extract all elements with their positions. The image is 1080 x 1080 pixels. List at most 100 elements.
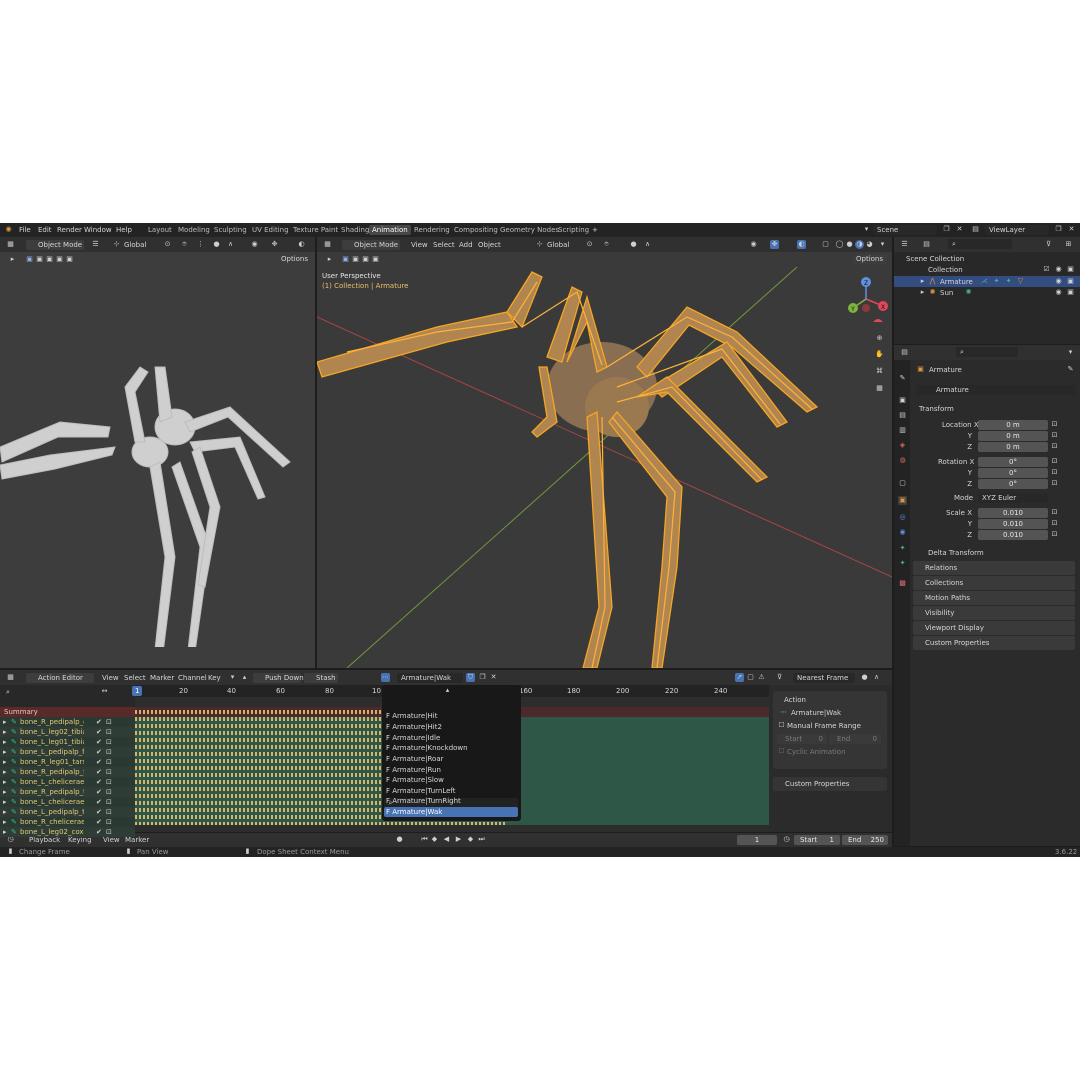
pin-icon[interactable]: ✎ — [1066, 365, 1075, 374]
main-viewport[interactable]: ▦ Object Mode View Select Add Object ⊹ G… — [317, 237, 892, 668]
dropdown-item-wak[interactable]: F Armature|Wak — [384, 807, 518, 817]
lock-loc-y-icon[interactable]: ⊡ — [1050, 431, 1059, 440]
left-transform-label[interactable]: Global — [124, 240, 146, 250]
channel-expand-icon[interactable]: ▸ — [3, 767, 7, 777]
outliner-editor-icon[interactable]: ☰ — [900, 240, 909, 249]
channel-mute-checkbox[interactable]: ✔ — [96, 827, 102, 837]
channel-row[interactable]: ▸ ✎bone_R_leg01_tarsus_01 ✔ ⊡ — [0, 757, 135, 767]
tab-scripting[interactable]: Scripting — [558, 225, 589, 235]
channel-mute-checkbox[interactable]: ✔ — [96, 777, 102, 787]
falloff-edit-icon[interactable]: ∧ — [872, 673, 881, 682]
select-invert-icon[interactable]: ▣ — [55, 255, 64, 264]
channel-expand-icon[interactable]: ▸ — [3, 807, 7, 817]
object-tab-icon[interactable]: ▣ — [898, 496, 907, 505]
dropdown-item-hit2[interactable]: F Armature|Hit2 — [384, 722, 518, 732]
channel-expand-icon[interactable]: ▸ — [3, 827, 7, 837]
channel-mute-checkbox[interactable]: ✔ — [96, 797, 102, 807]
channel-lock-icon[interactable]: ⊡ — [106, 787, 112, 797]
channel-name[interactable]: bone_R_leg01_tarsus_01 — [20, 757, 84, 767]
manual-range-checkbox[interactable]: ☐ — [777, 721, 786, 730]
start-frame-field[interactable]: Start 1 — [794, 835, 840, 845]
properties-options-icon[interactable]: ▾ — [1066, 348, 1075, 357]
falloff-icon[interactable]: ∧ — [226, 240, 235, 249]
record-icon[interactable]: ● — [395, 835, 404, 844]
blender-logo-icon[interactable]: ◉ — [4, 225, 13, 234]
ae-menu-select[interactable]: Select — [124, 673, 146, 683]
action-custom-props-label[interactable]: Custom Properties — [785, 779, 849, 789]
channel-lock-icon[interactable]: ⊡ — [106, 737, 112, 747]
channel-row[interactable]: ▸ ✎bone_R_pedipalp_tibia ✔ ⊡ — [0, 787, 135, 797]
channel-expand-icon[interactable]: ▸ — [3, 747, 7, 757]
view-layer-icon[interactable]: ▤ — [971, 225, 980, 234]
ae-filter-icon[interactable]: ⊽ — [775, 673, 784, 682]
play-icon[interactable]: ▸ — [8, 255, 17, 264]
channel-row[interactable]: ▸ ✎bone_L_pedipalp_tibia ✔ ⊡ — [0, 807, 135, 817]
location-z-field[interactable]: 0 m — [978, 442, 1048, 452]
summary-row[interactable]: Summary — [0, 707, 135, 717]
tab-sculpting[interactable]: Sculpting — [214, 225, 247, 235]
channel-lock-icon[interactable]: ⊡ — [106, 807, 112, 817]
left-options-button[interactable]: Options — [278, 254, 312, 264]
object-name-field[interactable]: Armature — [916, 385, 1076, 395]
channel-name[interactable]: bone_L_leg02_tibia_01 — [20, 727, 84, 737]
left-viewport[interactable]: ▦ Object Mode ☰ ⊹ Global ⊙ ⌾ ⋮ ● ∧ ◉ ✥ ◐… — [0, 237, 315, 668]
proportional-edit-icon[interactable]: ● — [860, 673, 869, 682]
menu-file[interactable]: File — [19, 225, 31, 235]
push-down-button[interactable]: Push Down — [253, 673, 304, 683]
channel-mute-checkbox[interactable]: ✔ — [96, 787, 102, 797]
output-tab-icon[interactable]: ▤ — [898, 411, 907, 420]
channel-expand-icon[interactable]: ▸ — [3, 787, 7, 797]
channel-mute-checkbox[interactable]: ✔ — [96, 817, 102, 827]
data-tab-icon[interactable]: ✦ — [898, 559, 907, 568]
lock-rot-z-icon[interactable]: ⊡ — [1050, 479, 1059, 488]
dropdown-item-hit[interactable]: F Armature|Hit — [384, 711, 518, 721]
grid-view-icon[interactable]: ▦ — [875, 384, 884, 393]
left-mode-select[interactable]: Object Mode — [26, 240, 84, 250]
menu-help[interactable]: Help — [116, 225, 132, 235]
new-action-icon[interactable]: ❐ — [478, 673, 487, 682]
cyclic-checkbox[interactable]: ☐ — [777, 747, 786, 756]
dropdown-item-roar[interactable]: F Armature|Roar — [384, 754, 518, 764]
unlink-action-icon[interactable]: ✕ — [489, 673, 498, 682]
add-workspace-button[interactable]: + — [592, 225, 598, 235]
channel-lock-icon[interactable]: ⊡ — [106, 817, 112, 827]
lock-scale-y-icon[interactable]: ⊡ — [1050, 519, 1059, 528]
action-start-field[interactable]: Start 0 — [777, 734, 827, 744]
manual-range-label[interactable]: Manual Frame Range — [787, 721, 861, 731]
channel-name[interactable]: bone_L_chelicerae_02 — [20, 777, 84, 787]
physics-tab-icon[interactable]: ◉ — [898, 528, 907, 537]
channel-mute-checkbox[interactable]: ✔ — [96, 747, 102, 757]
channel-name[interactable]: bone_R_pedipalp_tibia — [20, 787, 84, 797]
lock-loc-z-icon[interactable]: ⊡ — [1050, 442, 1059, 451]
channel-expand-icon[interactable]: ▸ — [3, 797, 7, 807]
channel-expand-icon[interactable]: ▸ — [3, 757, 7, 767]
channel-lock-icon[interactable]: ⊡ — [106, 827, 112, 837]
current-frame-indicator[interactable]: 1 — [132, 686, 143, 696]
lock-rot-x-icon[interactable]: ⊡ — [1050, 457, 1059, 466]
channel-mute-checkbox[interactable]: ✔ — [96, 737, 102, 747]
menu-render[interactable]: Render — [57, 225, 82, 235]
tab-uv-editing[interactable]: UV Editing — [252, 225, 289, 235]
rotation-x-field[interactable]: 0° — [978, 457, 1048, 467]
channel-lock-icon[interactable]: ⊡ — [106, 747, 112, 757]
channel-lock-icon[interactable]: ⊡ — [106, 757, 112, 767]
tab-rendering[interactable]: Rendering — [414, 225, 450, 235]
channel-row[interactable]: ▸ ✎bone_R_chelicerae_01 ✔ ⊡ — [0, 817, 135, 827]
channel-row[interactable]: ▸ ✎bone_R_pedipalp_coxa ✔ ⊡ — [0, 717, 135, 727]
channel-mute-checkbox[interactable]: ✔ — [96, 767, 102, 777]
pivot-icon[interactable]: ⊙ — [163, 240, 172, 249]
armature-label[interactable]: Armature — [940, 277, 973, 287]
prev-key-icon[interactable]: ◆ — [430, 835, 439, 844]
ae-menu-view[interactable]: View — [102, 673, 119, 683]
action-end-field[interactable]: End 0 — [829, 734, 881, 744]
channel-row[interactable]: ▸ ✎bone_L_leg02_tibia_01 ✔ ⊡ — [0, 727, 135, 737]
dropdown-item-slow[interactable]: F Armature|Slow — [384, 775, 518, 785]
channel-sort-icon[interactable]: ↔ — [100, 687, 109, 696]
preview-range-icon[interactable]: ◷ — [782, 835, 791, 844]
next-key-icon[interactable]: ◆ — [466, 835, 475, 844]
scene-tab-icon[interactable]: ◈ — [898, 441, 907, 450]
dropdown-item-idle[interactable]: F Armature|Idle — [384, 733, 518, 743]
outliner-row-armature[interactable]: ▸ ⋀ Armature ⋌ ✦ ✦ ▽ ◉ ▣ — [894, 276, 1080, 287]
tab-modeling[interactable]: Modeling — [178, 225, 210, 235]
scene-icon[interactable]: ▾ — [862, 225, 871, 234]
